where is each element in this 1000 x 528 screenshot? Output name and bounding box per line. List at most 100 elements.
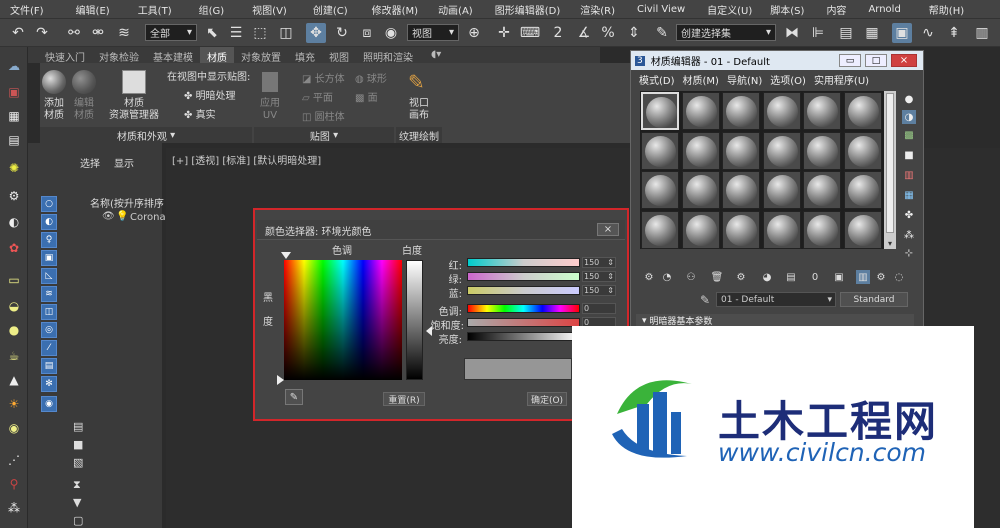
material-browser-label[interactable]: 材质 资源管理器 (104, 98, 164, 122)
material-editor-icon[interactable]: ▥ (972, 23, 992, 43)
group-mapping[interactable]: 贴图 ▾ (254, 127, 394, 143)
filter-shapes-icon[interactable]: ◐ (41, 214, 57, 230)
tab-materials[interactable]: 材质 (200, 47, 234, 64)
scroll-down-icon[interactable]: ▾ (884, 239, 896, 249)
video-color-check-icon[interactable]: ▥ (902, 168, 916, 182)
material-map-navigator-icon[interactable]: ⊹ (902, 246, 916, 260)
red-slider[interactable] (467, 258, 580, 267)
material-sample-slot[interactable] (762, 131, 801, 170)
material-name-field[interactable]: 01 - Default ▾ (716, 292, 836, 307)
blackness-marker[interactable] (277, 375, 284, 385)
sample-uv-tiling-icon[interactable]: ■ (902, 148, 916, 162)
filter-bones-icon[interactable]: ⁄ (41, 340, 57, 356)
filter-spacewarps-icon[interactable]: ≋ (41, 286, 57, 302)
hue-marker[interactable] (281, 252, 291, 259)
filter-xrefs-icon[interactable]: ◎ (41, 322, 57, 338)
put-to-library-icon[interactable]: ▤ (784, 270, 798, 284)
select-object-icon[interactable]: ⬉ (202, 23, 222, 43)
menu-navigation[interactable]: 导航(N) (727, 72, 762, 87)
sphere-primitive-icon[interactable]: ● (5, 321, 23, 339)
material-sample-slot[interactable] (722, 171, 760, 209)
place-icon[interactable]: ◉ (381, 23, 401, 43)
filter-lights-icon[interactable]: ♀ (41, 232, 57, 248)
filter-display-all-icon[interactable]: ◉ (41, 396, 57, 412)
material-sample-slot[interactable] (843, 210, 882, 249)
material-sample-slot[interactable] (843, 131, 882, 170)
align-icon[interactable]: ⊫ (808, 23, 828, 43)
box-primitive-icon[interactable]: ▭ (5, 271, 23, 289)
edit-material-label[interactable]: 编辑 材质 (68, 98, 100, 122)
angle-snap-icon[interactable]: ∡ (574, 23, 594, 43)
menu-scripting[interactable]: 脚本(S) (770, 2, 804, 17)
filter-helpers-icon[interactable]: ◺ (41, 268, 57, 284)
hue-blackness-box[interactable] (284, 260, 402, 380)
slots-scrollbar[interactable]: ▾ (884, 91, 896, 249)
make-copy-icon[interactable]: ⚙ (734, 270, 748, 284)
curve-editor-icon[interactable]: ∿ (918, 23, 938, 43)
red-spinner[interactable]: 150 ⇕ (582, 257, 616, 268)
undo-icon[interactable]: ↶ (8, 23, 28, 43)
eyedropper-icon[interactable]: ✎ (285, 389, 303, 405)
filter-particles-icon[interactable]: ✻ (41, 376, 57, 392)
make-preview-icon[interactable]: ▦ (902, 188, 916, 202)
material-sample-slot[interactable] (803, 171, 841, 209)
material-sample-slot[interactable] (803, 210, 841, 249)
menu-mode[interactable]: 模式(D) (639, 72, 675, 87)
window-crossing-icon[interactable]: ◫ (276, 23, 296, 43)
shaded-option[interactable]: ✤ 明暗处理 (184, 87, 236, 102)
mirror-icon[interactable]: ⧓ (782, 23, 802, 43)
ref-coord-dropdown[interactable]: 视图 ▾ (407, 24, 459, 41)
hue-spinner[interactable]: 0 (582, 303, 616, 314)
material-sample-slot[interactable] (641, 171, 679, 209)
backlight-icon[interactable]: ◑ (902, 110, 916, 124)
edit-material-icon[interactable] (72, 70, 96, 94)
slots-scrollbar-thumb[interactable] (886, 93, 894, 233)
viewport-canvas-label[interactable]: 视口 画布 (402, 98, 436, 122)
frame-window-icon[interactable]: ▦ (5, 107, 23, 125)
tab-display[interactable]: 显示 (114, 155, 134, 170)
sphere-map-option[interactable]: ◍ 球形 (355, 70, 387, 85)
material-sample-slot[interactable] (762, 210, 801, 249)
background-icon[interactable]: ▩ (902, 128, 916, 142)
rotate-icon[interactable]: ↻ (332, 23, 352, 43)
material-sample-slot[interactable] (803, 92, 841, 130)
tab-select[interactable]: 选择 (80, 155, 100, 170)
go-to-parent-icon[interactable]: ⚙ (874, 270, 888, 284)
tab-view[interactable]: 视图 (322, 47, 356, 64)
sound-icon[interactable]: ◐ (5, 213, 23, 231)
cone-icon[interactable]: ▲ (5, 371, 23, 389)
material-sample-slot[interactable] (641, 92, 679, 130)
add-material-icon[interactable] (42, 70, 66, 94)
filter-geometry-icon[interactable]: ○ (41, 196, 57, 212)
percent-snap-icon[interactable]: % (598, 23, 618, 43)
select-by-name-icon[interactable]: ☰ (226, 23, 246, 43)
material-sample-slot[interactable] (681, 92, 720, 130)
blue-spinner[interactable]: 150 ⇕ (582, 285, 616, 296)
sun-icon[interactable]: ☀ (5, 395, 23, 413)
render-setup-icon[interactable]: ▣ (5, 83, 23, 101)
dome-icon[interactable]: ◒ (5, 297, 23, 315)
light-icon[interactable]: ✺ (5, 159, 23, 177)
menu-options[interactable]: 选项(O) (770, 72, 806, 87)
options-icon[interactable]: ✤ (902, 208, 916, 222)
filter-cameras-icon[interactable]: ▣ (41, 250, 57, 266)
teapot-icon[interactable]: ☕ (5, 347, 23, 365)
camera-icon[interactable]: ⚙ (5, 187, 23, 205)
link-icon[interactable]: ⚯ (64, 23, 84, 43)
move-icon[interactable]: ✥ (306, 23, 326, 43)
menu-customize[interactable]: 自定义(U) (707, 2, 752, 17)
tab-object-placement[interactable]: 对象放置 (234, 47, 288, 64)
close-icon[interactable]: × (597, 223, 619, 236)
bind-spacewarp-icon[interactable]: ≋ (114, 23, 134, 43)
material-sample-slot[interactable] (843, 171, 882, 209)
cylinder-map-option[interactable]: ◫ 圆柱体 (302, 108, 345, 123)
material-sample-slot[interactable] (722, 131, 760, 170)
tab-populate[interactable]: 填充 (288, 47, 322, 64)
grid-icon[interactable]: ⋰ (5, 451, 23, 469)
pick-material-icon[interactable]: ✎ (700, 293, 710, 307)
schematic-view-icon[interactable]: ⇞ (944, 23, 964, 43)
material-sample-slot[interactable] (681, 210, 720, 249)
show-end-result-icon[interactable]: ▥ (856, 270, 870, 284)
assign-to-selection-icon[interactable]: ⚇ (684, 270, 698, 284)
minimize-icon[interactable]: ▭ (839, 54, 861, 67)
